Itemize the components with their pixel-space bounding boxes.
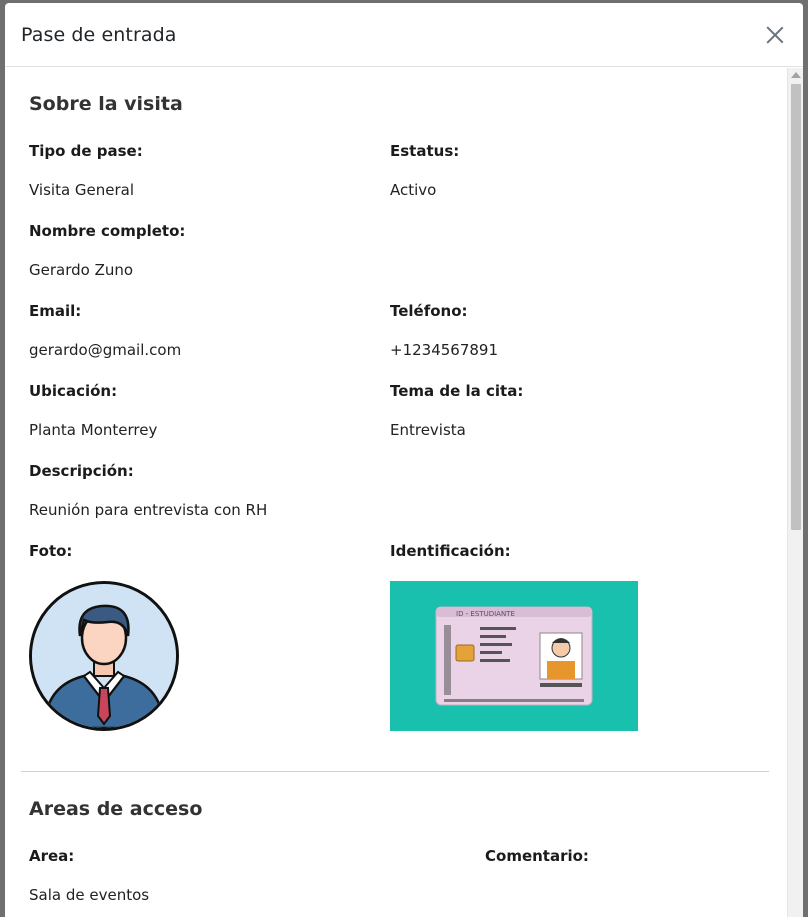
ubicacion-label: Ubicación: [29, 382, 118, 400]
tipo-value: Visita General [29, 181, 135, 199]
foto-label: Foto: [29, 542, 73, 560]
telefono-label: Teléfono: [390, 302, 468, 320]
visitor-photo [29, 581, 179, 731]
area-row-value: Sala de eventos [29, 886, 150, 904]
descripcion-label: Descripción: [29, 462, 134, 480]
telefono-value: +1234567891 [390, 341, 499, 359]
id-card-title: ID - ESTUDIANTE [456, 610, 515, 618]
area-header: Area: [29, 847, 75, 865]
estatus-value: Activo [390, 181, 437, 199]
nombre-value: Gerardo Zuno [29, 261, 134, 279]
modal-body: Sobre la visita Tipo de pase: Estatus: V… [5, 68, 785, 917]
id-card-icon: ID - ESTUDIANTE [390, 581, 638, 731]
identificacion-label: Identificación: [390, 542, 511, 560]
photo-cell [29, 573, 390, 731]
tipo-label: Tipo de pase: [29, 142, 143, 160]
email-label: Email: [29, 302, 82, 320]
entry-pass-modal: Pase de entrada Sobre la visita Tipo de … [5, 3, 803, 917]
avatar-person-icon [32, 584, 176, 728]
section-divider [21, 771, 769, 772]
nombre-label: Nombre completo: [29, 222, 186, 240]
comentario-header: Comentario: [485, 847, 589, 865]
email-value: gerardo@gmail.com [29, 341, 182, 359]
visit-details: Tipo de pase: Estatus: Visita General Ac… [29, 133, 761, 731]
access-section-title: Areas de acceso [29, 798, 203, 820]
close-icon[interactable] [761, 21, 789, 49]
estatus-label: Estatus: [390, 142, 460, 160]
id-cell: ID - ESTUDIANTE [390, 573, 761, 731]
modal-title: Pase de entrada [21, 23, 177, 46]
scrollbar[interactable] [787, 68, 803, 917]
modal-header: Pase de entrada [5, 3, 803, 67]
scroll-thumb[interactable] [791, 84, 801, 530]
ubicacion-value: Planta Monterrey [29, 421, 158, 439]
identification-image: ID - ESTUDIANTE [390, 581, 638, 731]
tema-label: Tema de la cita: [390, 382, 524, 400]
visit-section-title: Sobre la visita [29, 93, 183, 115]
access-table: Area: Comentario: Sala de eventos [29, 838, 761, 917]
descripcion-value: Reunión para entrevista con RH [29, 501, 268, 519]
scroll-up-icon[interactable] [791, 72, 801, 78]
tema-value: Entrevista [390, 421, 466, 439]
